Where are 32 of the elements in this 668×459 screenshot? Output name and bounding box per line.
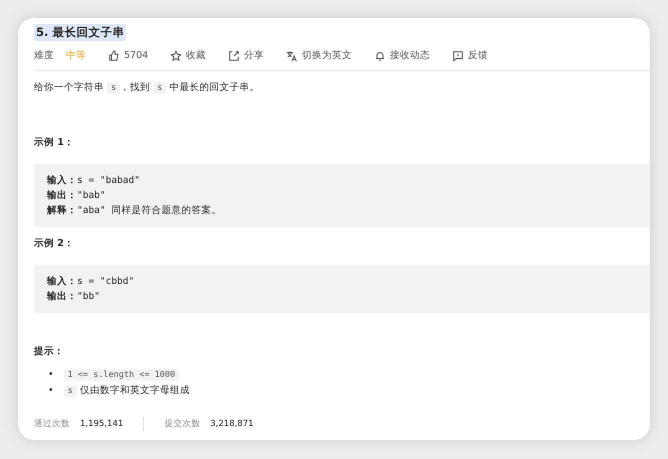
star-icon <box>170 50 182 62</box>
stat-value: 3,218,871 <box>210 418 254 431</box>
example-line: 输入：s = "babad" <box>47 174 141 188</box>
example-line: 输出："bab" <box>47 188 107 203</box>
difficulty-value: 中等 <box>66 49 86 64</box>
example-line: 输出："bb" <box>47 290 101 304</box>
problem-title: 5. 最长回文子串 <box>34 24 126 42</box>
thumbs-up-button[interactable]: 5704 <box>108 49 148 64</box>
stat-value: 1,195,141 <box>80 418 124 431</box>
bullet: • <box>48 384 54 398</box>
example-heading: 示例 1： <box>34 136 75 150</box>
stat-label: 通过次数 <box>34 418 70 431</box>
bell-button[interactable]: 接收动态 <box>374 49 430 64</box>
star-button[interactable]: 收藏 <box>170 49 206 64</box>
bullet: • <box>48 368 54 382</box>
stat-label: 提交次数 <box>164 418 200 431</box>
feedback-button[interactable]: 反馈 <box>452 49 488 64</box>
translate-icon <box>286 50 298 62</box>
example-line: 解释："aba" 同样是符合题意的答案。 <box>47 204 222 218</box>
bell-icon <box>374 50 386 62</box>
hint-item: s 仅由数字和英文字母组成 <box>64 383 190 400</box>
example-line: 输入：s = "cbbd" <box>47 274 136 289</box>
feedback-icon <box>452 50 464 62</box>
translate-button[interactable]: 切换为英文 <box>286 49 352 64</box>
description-text: 给你一个字符串 s ，找到 s 中最长的回文子串。 <box>34 81 260 96</box>
hint-item: 1 <= s.length <= 1000 <box>64 367 180 384</box>
hints-heading: 提示： <box>34 345 65 359</box>
thumbs-up-icon <box>108 50 120 62</box>
share-button[interactable]: 分享 <box>228 49 264 64</box>
difficulty-label: 难度 <box>34 49 54 64</box>
share-icon <box>228 50 240 62</box>
example-heading: 示例 2： <box>34 236 75 251</box>
